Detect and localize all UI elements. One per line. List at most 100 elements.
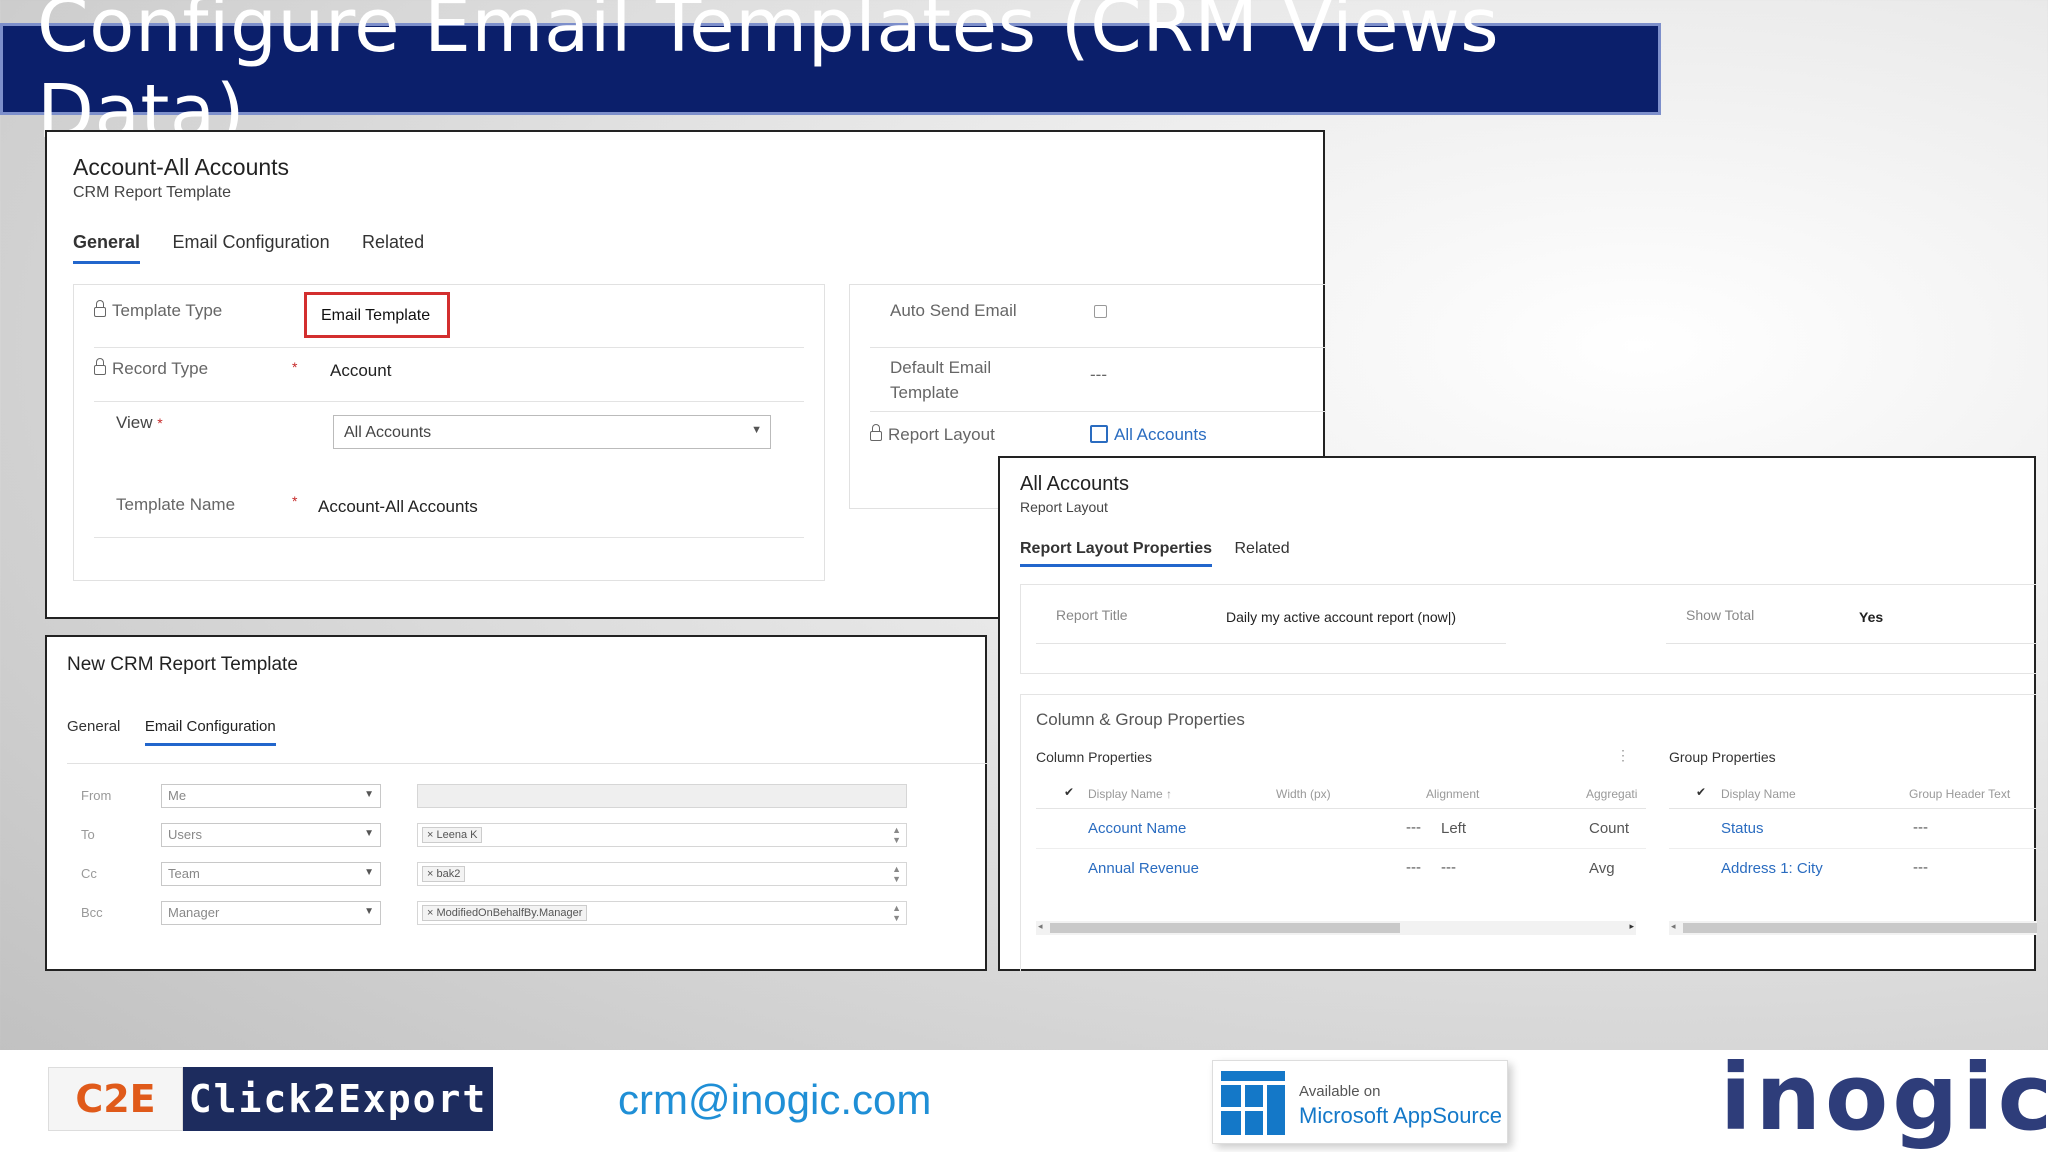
chevron-down-icon: ▼	[751, 424, 762, 436]
check-icon[interactable]: ✔	[1064, 785, 1074, 799]
tab-related[interactable]: Related	[1234, 540, 1289, 566]
group-name-link[interactable]: Status	[1721, 820, 1764, 837]
template-type-value: Email Template	[304, 292, 450, 338]
report-layout-label: Report Layout	[870, 424, 995, 445]
lock-icon	[94, 358, 106, 375]
panel-heading: New CRM Report Template	[67, 654, 298, 675]
col-header-display-name[interactable]: Display Name ↑	[1088, 787, 1172, 801]
bcc-label: Bcc	[81, 905, 103, 920]
to-select[interactable]: Users ▼	[161, 823, 381, 847]
general-section: Template Type Email Template Record Type…	[73, 284, 825, 581]
template-type-label: Template Type	[94, 300, 222, 321]
scrollbar-thumb[interactable]	[1050, 923, 1400, 933]
column-aggregation: Avg	[1589, 860, 1615, 877]
column-width: ---	[1406, 819, 1421, 836]
tab-general[interactable]: General	[67, 718, 120, 743]
tab-bar: Report Layout Properties Related	[1020, 540, 1318, 567]
group-header-value: ---	[1913, 859, 1928, 876]
table-row[interactable]: Status ---	[1669, 809, 2037, 849]
scroll-left-icon[interactable]: ◂	[1671, 921, 1676, 932]
inogic-logo: inogic	[1720, 1044, 2048, 1151]
tab-related[interactable]: Related	[362, 232, 424, 261]
to-label: To	[81, 827, 95, 842]
new-template-panel: New CRM Report Template General Email Co…	[45, 635, 987, 971]
scrollbar-thumb[interactable]	[1683, 923, 2037, 933]
col-header-width[interactable]: Width (px)	[1276, 787, 1331, 801]
tab-email-configuration[interactable]: Email Configuration	[144, 718, 276, 746]
group-header-text[interactable]: Group Header Text	[1909, 787, 2010, 801]
column-grid-scrollbar[interactable]: ◂ ▸	[1036, 921, 1636, 935]
table-row[interactable]: Account Name --- Left Count	[1036, 809, 1646, 849]
report-layout-panel: All Accounts Report Layout Report Layout…	[998, 456, 2037, 971]
col-header-aggregation[interactable]: Aggregati	[1586, 787, 1637, 801]
auto-send-checkbox[interactable]	[1094, 305, 1107, 318]
panel-heading: Account-All Accounts	[73, 154, 290, 180]
record-type-value: Account	[330, 361, 392, 380]
scroll-right-icon[interactable]: ▸	[1629, 921, 1634, 932]
col-header-alignment[interactable]: Alignment	[1426, 787, 1479, 801]
tab-report-layout-properties[interactable]: Report Layout Properties	[1020, 540, 1213, 567]
column-properties-title: Column Properties	[1036, 749, 1152, 765]
chevron-down-icon: ▼	[364, 828, 374, 839]
spinner-icon: ▲ ▼	[892, 903, 901, 923]
column-name-link[interactable]: Account Name	[1088, 820, 1186, 837]
check-icon[interactable]: ✔	[1696, 785, 1706, 799]
divider	[94, 537, 804, 538]
group-header-display-name[interactable]: Display Name	[1721, 787, 1796, 801]
column-alignment: ---	[1441, 859, 1456, 876]
column-group-section: Column & Group Properties Column Propert…	[1020, 694, 2037, 971]
email-config-section: From Me ▼ To Users ▼ × Leena K ▲ ▼ Cc Team ▼…	[67, 763, 987, 963]
view-select-value: All Accounts	[344, 424, 432, 441]
more-options-icon[interactable]: ⋮	[1616, 747, 1630, 764]
bcc-value-field[interactable]: × ModifiedOnBehalfBy.Manager ▲ ▼	[417, 901, 907, 925]
from-select[interactable]: Me ▼	[161, 784, 381, 808]
table-row[interactable]: Address 1: City ---	[1669, 849, 2037, 889]
divider	[1666, 643, 2037, 644]
group-name-link[interactable]: Address 1: City	[1721, 860, 1823, 877]
from-value-field[interactable]	[417, 784, 907, 808]
appsource-badge[interactable]: Available on Microsoft AppSource	[1212, 1060, 1508, 1144]
cc-label: Cc	[81, 866, 97, 881]
group-grid-scrollbar[interactable]: ◂	[1669, 921, 2037, 935]
column-aggregation: Count	[1589, 820, 1630, 837]
contact-email[interactable]: crm@inogic.com	[618, 1076, 931, 1124]
show-total-value[interactable]: Yes	[1859, 609, 1883, 625]
appsource-line1: Available on	[1299, 1083, 1381, 1100]
show-total-label: Show Total	[1686, 607, 1755, 623]
appsource-line2: Microsoft AppSource	[1299, 1103, 1502, 1128]
report-title-value[interactable]: Daily my active account report (now|)	[1226, 609, 1456, 625]
scroll-left-icon[interactable]: ◂	[1038, 921, 1043, 932]
spinner-icon: ▲ ▼	[892, 825, 901, 845]
recipient-chip[interactable]: × ModifiedOnBehalfBy.Manager	[422, 905, 588, 921]
table-row[interactable]: Annual Revenue --- --- Avg	[1036, 849, 1646, 889]
column-name-link[interactable]: Annual Revenue	[1088, 860, 1199, 877]
column-grid-header: ✔ Display Name ↑ Width (px) Alignment Ag…	[1036, 777, 1646, 809]
tab-email-configuration[interactable]: Email Configuration	[173, 232, 330, 261]
spinner-icon: ▲ ▼	[892, 864, 901, 884]
from-label: From	[81, 788, 112, 803]
bcc-select[interactable]: Manager ▼	[161, 901, 381, 925]
view-select[interactable]: All Accounts ▼	[333, 415, 771, 449]
auto-send-label: Auto Send Email	[890, 301, 1017, 320]
cc-select[interactable]: Team ▼	[161, 862, 381, 886]
divider	[870, 347, 1326, 348]
group-grid-header: ✔ Display Name Group Header Text	[1669, 777, 2037, 809]
group-properties-title: Group Properties	[1669, 749, 1776, 765]
report-layout-icon	[1090, 425, 1108, 443]
default-email-value: ---	[1090, 365, 1107, 384]
recipient-chip[interactable]: × bak2	[422, 866, 466, 882]
lock-icon	[870, 424, 882, 441]
recipient-chip[interactable]: × Leena K	[422, 827, 483, 843]
report-layout-link[interactable]: All Accounts	[1090, 425, 1207, 445]
required-mark: *	[292, 493, 298, 509]
tab-bar: General Email Configuration Related	[73, 232, 452, 264]
report-title-label: Report Title	[1056, 607, 1128, 623]
cc-value-field[interactable]: × bak2 ▲ ▼	[417, 862, 907, 886]
to-value-field[interactable]: × Leena K ▲ ▼	[417, 823, 907, 847]
footer: C2E Click2Export crm@inogic.com Availabl…	[0, 1044, 2048, 1152]
default-email-label: Default Email Template	[890, 358, 992, 402]
group-header-value: ---	[1913, 819, 1928, 836]
chevron-down-icon: ▼	[364, 867, 374, 878]
tab-general[interactable]: General	[73, 232, 141, 264]
chevron-down-icon: ▼	[364, 906, 374, 917]
